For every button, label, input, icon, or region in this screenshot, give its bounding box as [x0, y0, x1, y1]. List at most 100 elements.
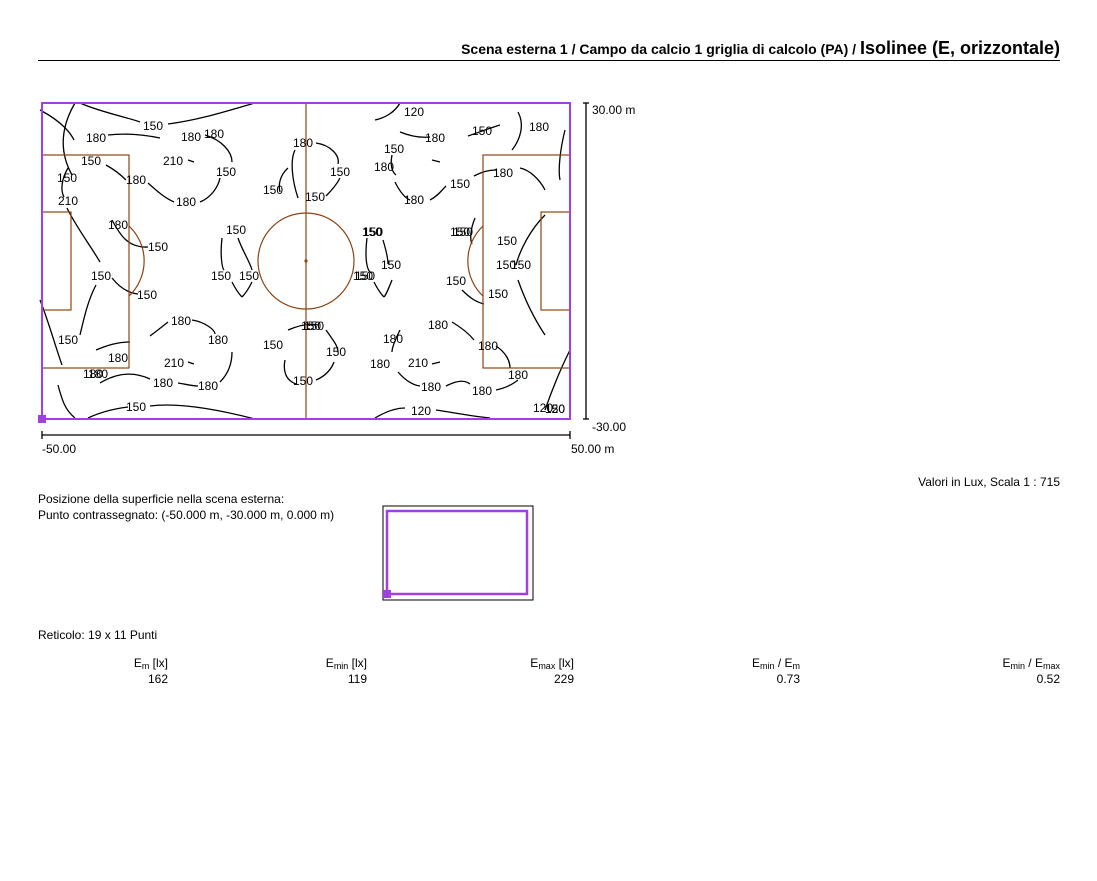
isoline [461, 289, 485, 305]
contour-label: 150 [126, 400, 146, 414]
contour-label: 210 [164, 356, 184, 370]
isoline [79, 102, 141, 123]
isoline [199, 177, 221, 203]
contour-label: 210 [408, 356, 428, 370]
isoline [167, 102, 256, 125]
marked-point-coordinates: Punto contrassegnato: (-50.000 m, -30.00… [38, 508, 335, 522]
contour-label: 180 [370, 357, 390, 371]
contour-label: 180 [208, 333, 228, 347]
contour-label: 180 [88, 367, 108, 381]
contour-label: 150 [226, 223, 246, 237]
contour-label: 150 [301, 319, 321, 333]
goal-area-right [540, 211, 571, 311]
position-title: Posizione della superficie nella scena e… [38, 492, 285, 506]
contour-label: 120 [404, 105, 424, 119]
isoline [429, 185, 447, 201]
contour-label: 150 [472, 124, 492, 138]
y-axis-bottom-label: -30.00 [592, 420, 626, 434]
stat-em-value: 162 [147, 672, 168, 686]
isoline [511, 111, 522, 151]
isoline [373, 281, 385, 298]
isoline [231, 281, 243, 298]
isoline [397, 371, 421, 387]
isoline [79, 284, 97, 336]
isoline [383, 279, 393, 298]
isoline [325, 177, 341, 197]
overview-marked-point [383, 590, 391, 598]
contour-label: 150 [488, 287, 508, 301]
contour-label: 150 [326, 345, 346, 359]
isoline [445, 380, 471, 387]
grid-info: Reticolo: 19 x 11 Punti [38, 628, 158, 642]
contour-label: 150 [148, 240, 168, 254]
contour-label: 150 [81, 154, 101, 168]
contour-label: 150 [91, 269, 111, 283]
isoline [291, 149, 299, 199]
stat-uniformity-2-label: Emin / Emax [1002, 656, 1060, 671]
contour-label: 180 [204, 127, 224, 141]
isoline [451, 321, 475, 341]
contour-label: 180 [529, 120, 549, 134]
isoline [435, 409, 491, 419]
isoline [219, 351, 233, 383]
football-field [41, 102, 571, 420]
contour-label: 150 [137, 288, 157, 302]
isoline [374, 102, 401, 121]
contour-label: 180 [176, 195, 196, 209]
stat-emax-label: Emax [lx] [530, 656, 574, 671]
x-axis [41, 431, 571, 439]
isoline [187, 159, 195, 163]
contour-label: 150 [384, 142, 404, 156]
x-axis-left-label: -50.00 [42, 442, 76, 456]
contour-label: 210 [163, 154, 183, 168]
center-spot [304, 259, 308, 263]
isoline [315, 142, 339, 165]
contour-label: 180 [293, 136, 313, 150]
stat-uniformity-1-value: 0.73 [776, 672, 800, 686]
y-axis-top-label: 30.00 m [592, 103, 635, 117]
stat-emin: Emin [lx] 119 [260, 656, 367, 686]
contour-label: 150 [263, 183, 283, 197]
isoline [237, 237, 253, 271]
overview-frame [382, 505, 534, 601]
contour-label: 180 [383, 332, 403, 346]
contour-label: 120 [411, 404, 431, 418]
contour-label: 150 [353, 269, 373, 283]
contour-label: 180 [108, 218, 128, 232]
isoline [57, 384, 76, 419]
stat-uniformity-1: Emin / Em 0.73 [680, 656, 800, 686]
contour-label: 180 [126, 173, 146, 187]
stat-emin-label: Emin [lx] [325, 656, 367, 671]
isoline [519, 167, 546, 191]
contour-label: 150 [330, 165, 350, 179]
isoline [431, 361, 441, 365]
isoline [147, 182, 175, 203]
contour-label: 210 [58, 194, 78, 208]
stat-emin-value: 119 [347, 672, 367, 686]
contour-label: 180 [428, 318, 448, 332]
contour-label: 180 [493, 166, 513, 180]
isoline [187, 361, 195, 365]
contour-label: 150 [239, 269, 259, 283]
contour-label: 180 [171, 314, 191, 328]
contour-labels: 120 150 180 180 150 180 180 150 180 150 120 180 210 1… [57, 105, 565, 418]
goal-area-left [41, 211, 72, 311]
contour-label: 180 [153, 376, 173, 390]
contour-label: 150 [363, 225, 383, 239]
isoline [149, 404, 256, 420]
stat-uniformity-1-label: Emin / Em [751, 656, 800, 671]
stat-em-label: Em [lx] [133, 656, 168, 671]
contour-label: 180 [472, 384, 492, 398]
stat-emax-value: 229 [553, 672, 574, 686]
contour-label: 150 [143, 119, 163, 133]
contour-label: 180 [404, 193, 424, 207]
contour-label: 150 [211, 269, 231, 283]
isoline [431, 159, 441, 163]
isoline [365, 237, 371, 273]
contour-label: 180 [508, 368, 528, 382]
isoline [111, 277, 139, 295]
isoline [495, 345, 511, 369]
contour-label: 120 [545, 402, 565, 416]
stat-emax: Emax [lx] 229 [460, 656, 574, 686]
isoline [241, 281, 253, 298]
